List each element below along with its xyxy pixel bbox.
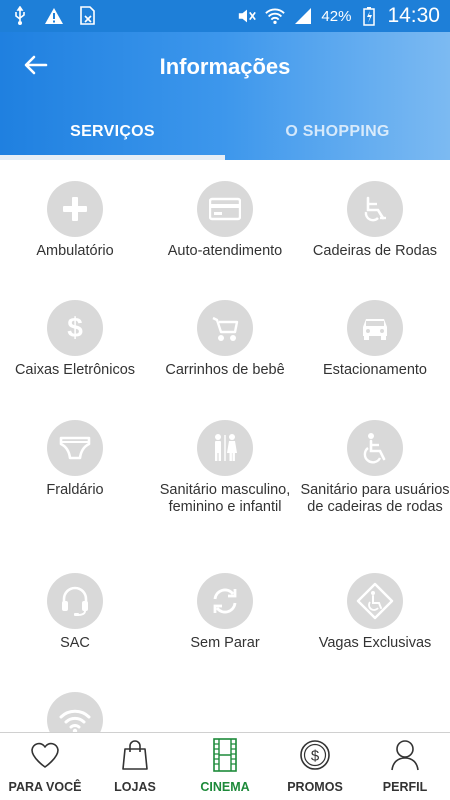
service-ambulatorio[interactable]: Ambulatório: [0, 181, 150, 260]
service-label: Fraldário: [46, 482, 104, 498]
shopping-bag-icon: [118, 738, 152, 772]
service-estacionamento[interactable]: Estacionamento: [300, 300, 450, 379]
service-sanitario-cadeirantes[interactable]: Sanitário para usuários de cadeiras de r…: [300, 420, 450, 516]
service-label: Sem Parar: [190, 635, 260, 651]
mute-icon: [237, 6, 257, 26]
nav-label: PARA VOCÊ: [8, 780, 82, 794]
nav-para-voce[interactable]: PARA VOCÊ: [0, 733, 90, 800]
heart-icon: [28, 738, 62, 772]
nav-perfil[interactable]: PERFIL: [360, 733, 450, 800]
status-bar: 42% 14:30: [0, 0, 450, 32]
restroom-icon: [197, 420, 253, 476]
services-grid: Ambulatório Auto-atendimento Cadeiras de…: [0, 160, 450, 732]
service-sanitario[interactable]: Sanitário masculino, feminino e infantil: [150, 420, 300, 516]
service-label: Estacionamento: [323, 362, 427, 378]
nav-label: PROMOS: [287, 780, 343, 794]
bottom-nav: PARA VOCÊ LOJAS CINEMA $ PROMOS PERFIL: [0, 732, 450, 800]
user-icon: [388, 738, 422, 772]
service-label: Vagas Exclusivas: [318, 635, 432, 651]
tab-label: O SHOPPING: [285, 123, 390, 140]
wifi-icon: [47, 692, 103, 732]
stroller-icon: [197, 300, 253, 356]
headset-icon: [47, 573, 103, 629]
wifi-icon: [265, 6, 286, 26]
tab-servicos[interactable]: SERVIÇOS: [0, 104, 225, 160]
signal-icon: [293, 6, 313, 26]
nav-cinema[interactable]: CINEMA: [180, 733, 270, 800]
accessible-parking-icon: [347, 573, 403, 629]
nav-label: PERFIL: [382, 780, 428, 794]
service-auto-atendimento[interactable]: Auto-atendimento: [150, 181, 300, 260]
service-label: Ambulatório: [36, 243, 114, 259]
nav-promos[interactable]: $ PROMOS: [270, 733, 360, 800]
plus-icon: [47, 181, 103, 237]
tab-label: SERVIÇOS: [70, 123, 155, 140]
warning-icon: [44, 6, 64, 26]
nav-label: LOJAS: [114, 780, 156, 794]
clock: 14:30: [387, 4, 440, 27]
sync-icon: [197, 573, 253, 629]
service-label: SAC: [60, 635, 90, 651]
svg-text:$: $: [311, 748, 320, 765]
service-sac[interactable]: SAC: [0, 573, 150, 652]
service-vagas-exclusivas[interactable]: Vagas Exclusivas: [300, 573, 450, 652]
service-label: Carrinhos de bebê: [165, 362, 285, 378]
usb-icon: [10, 6, 30, 26]
service-label: Auto-atendimento: [167, 243, 283, 259]
accessible-icon: [347, 420, 403, 476]
service-carrinhos-de-bebe[interactable]: Carrinhos de bebê: [150, 300, 300, 379]
service-sem-parar[interactable]: Sem Parar: [150, 573, 300, 652]
film-icon: [208, 738, 242, 772]
battery-percent: 42%: [321, 7, 352, 25]
dollar-icon: $: [47, 300, 103, 356]
tab-o-shopping[interactable]: O SHOPPING: [225, 104, 450, 160]
service-label: Sanitário para usuários de cadeiras de r…: [300, 482, 450, 515]
service-wifi[interactable]: [0, 692, 150, 732]
service-caixas-eletronicos[interactable]: $ Caixas Eletrônicos: [0, 300, 150, 379]
service-label: Caixas Eletrônicos: [14, 362, 136, 378]
battery-icon: [359, 6, 379, 26]
page-title: Informações: [159, 54, 291, 79]
doc-x-icon: [78, 6, 98, 26]
coin-dollar-icon: $: [298, 738, 332, 772]
diaper-icon: [47, 420, 103, 476]
tab-bar: SERVIÇOS O SHOPPING: [0, 104, 450, 160]
app-bar: Informações SERVIÇOS O SHOPPING: [0, 32, 450, 160]
service-fraldario[interactable]: Fraldário: [0, 420, 150, 499]
nav-label: CINEMA: [200, 780, 250, 794]
car-icon: [347, 300, 403, 356]
credit-card-icon: [197, 181, 253, 237]
wheelchair-icon: [347, 181, 403, 237]
nav-lojas[interactable]: LOJAS: [90, 733, 180, 800]
service-label: Sanitário masculino, feminino e infantil: [159, 482, 291, 515]
service-label: Cadeiras de Rodas: [312, 243, 438, 259]
svg-text:$: $: [67, 312, 83, 343]
service-cadeiras-de-rodas[interactable]: Cadeiras de Rodas: [300, 181, 450, 260]
